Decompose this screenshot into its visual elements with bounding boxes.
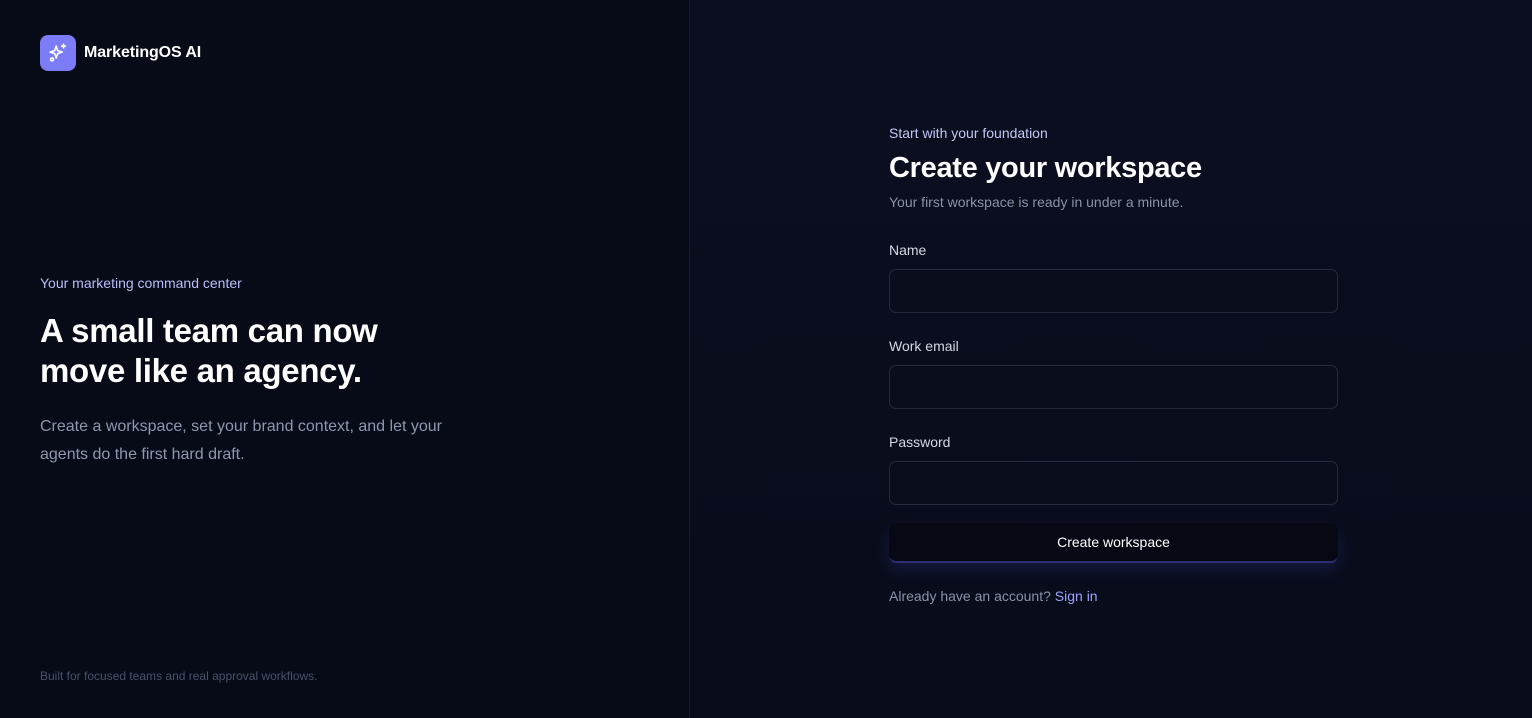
email-input[interactable]: [889, 365, 1338, 409]
brand[interactable]: MarketingOS AI: [40, 35, 201, 71]
form-subtitle: Your first workspace is ready in under a…: [889, 194, 1184, 210]
sparkles-icon: [49, 43, 67, 62]
hero-title-line-2: move like an agency.: [40, 352, 362, 389]
signin-prompt: Already have an account?: [889, 588, 1051, 604]
form-title: Create your workspace: [889, 152, 1202, 184]
password-label: Password: [889, 434, 951, 450]
create-workspace-button[interactable]: Create workspace: [889, 523, 1338, 561]
password-input[interactable]: [889, 461, 1338, 505]
email-label: Work email: [889, 338, 959, 354]
brand-name: MarketingOS AI: [84, 44, 202, 61]
brand-logo: [40, 35, 76, 71]
form-panel: Start with your foundation Create your w…: [690, 0, 1532, 718]
hero-eyebrow: Your marketing command center: [40, 275, 242, 291]
name-field-group: Name: [889, 242, 1338, 313]
name-label: Name: [889, 242, 927, 258]
marketing-panel: MarketingOS AI Your marketing command ce…: [0, 0, 690, 718]
form-eyebrow: Start with your foundation: [889, 125, 1048, 141]
name-input[interactable]: [889, 269, 1338, 313]
signin-link[interactable]: Sign in: [1055, 588, 1098, 604]
password-field-group: Password: [889, 434, 1338, 505]
email-field-group: Work email: [889, 338, 1338, 409]
hero-title-line-1: A small team can now: [40, 312, 378, 349]
signup-page: MarketingOS AI Your marketing command ce…: [0, 0, 1532, 718]
footnote: Built for focused teams and real approva…: [40, 669, 318, 683]
signin-row: Already have an account? Sign in: [889, 588, 1338, 604]
hero-description: Create a workspace, set your brand conte…: [40, 418, 442, 463]
hero: Your marketing command center A small te…: [40, 275, 480, 469]
hero-title: A small team can now move like an agency…: [40, 311, 480, 391]
signup-form: Start with your foundation Create your w…: [889, 125, 1338, 604]
